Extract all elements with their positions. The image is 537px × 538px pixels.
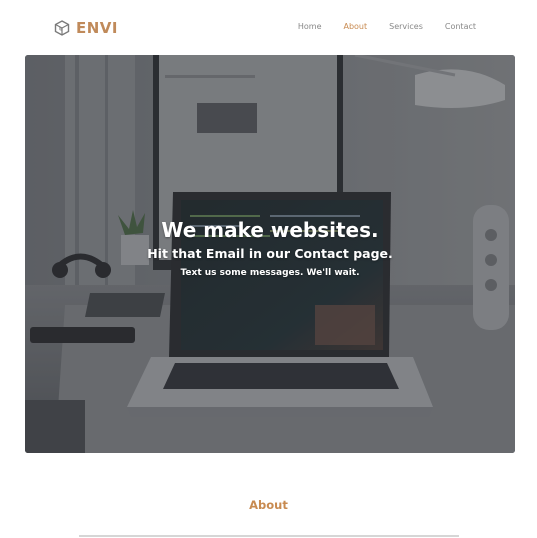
nav-item-services[interactable]: Services xyxy=(389,22,423,31)
nav-item-about[interactable]: About xyxy=(343,22,367,31)
hero-title: We make websites. xyxy=(161,218,379,242)
brand[interactable]: ENVI xyxy=(54,18,118,38)
brand-name: ENVI xyxy=(76,19,118,37)
about-text-lines xyxy=(78,535,459,537)
hero-subtitle: Hit that Email in our Contact page. xyxy=(147,246,393,261)
about-heading: About xyxy=(249,498,288,512)
nav-item-contact[interactable]: Contact xyxy=(445,22,476,31)
hero-note: Text us some messages. We'll wait. xyxy=(180,268,360,278)
nav-item-home[interactable]: Home xyxy=(298,22,322,31)
cube-icon xyxy=(54,20,70,36)
about-text-cutoff xyxy=(0,531,537,538)
main-nav: Home About Services Contact xyxy=(298,22,476,31)
hero-banner: We make websites. Hit that Email in our … xyxy=(25,55,515,453)
hero-text-block: We make websites. Hit that Email in our … xyxy=(25,217,515,281)
